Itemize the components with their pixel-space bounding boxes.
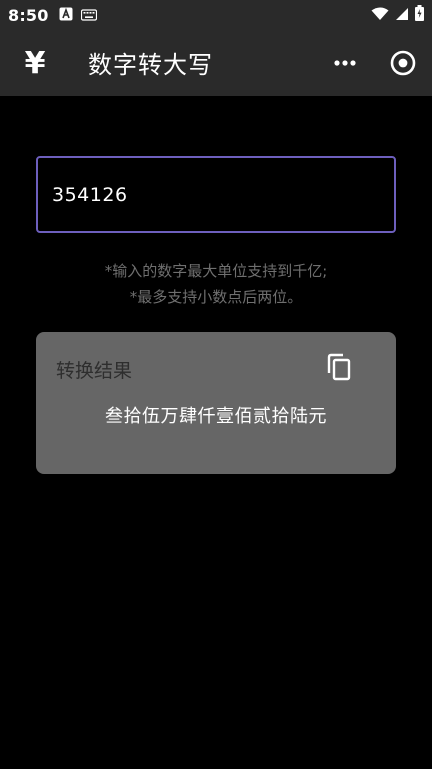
target-circle-icon xyxy=(390,50,416,76)
result-card: 转换结果 叁拾伍万肆仟壹佰贰拾陆元 xyxy=(36,332,396,474)
more-dots-icon xyxy=(334,60,356,66)
hint-decimal: *最多支持小数点后两位。 xyxy=(129,288,303,306)
number-input[interactable] xyxy=(36,156,396,233)
notification-a-icon xyxy=(59,6,73,25)
keyboard-icon xyxy=(80,6,97,25)
page-title: 数字转大写 xyxy=(88,51,213,79)
hint-max-unit: *输入的数字最大单位支持到千亿; xyxy=(104,262,328,280)
app-bar: ¥ 数字转大写 xyxy=(0,30,432,96)
yen-icon: ¥ xyxy=(24,45,46,81)
status-right-icons xyxy=(371,5,424,25)
copy-button[interactable] xyxy=(324,352,354,382)
result-value: 叁拾伍万肆仟壹佰贰拾陆元 xyxy=(105,406,327,427)
screen: 8:50 ¥ 数字转大写 354126 *输入的数字最大单位支持到千亿; *最多… xyxy=(0,0,432,769)
wifi-icon xyxy=(371,6,389,25)
more-button[interactable] xyxy=(326,48,364,78)
result-label: 转换结果 xyxy=(56,360,133,382)
battery-icon xyxy=(415,5,424,25)
status-left-icons xyxy=(59,6,97,25)
status-bar: 8:50 xyxy=(0,0,432,30)
signal-icon xyxy=(395,6,409,25)
copy-icon xyxy=(327,353,351,381)
status-time: 8:50 xyxy=(8,5,49,25)
close-miniprogram-button[interactable] xyxy=(386,46,420,80)
